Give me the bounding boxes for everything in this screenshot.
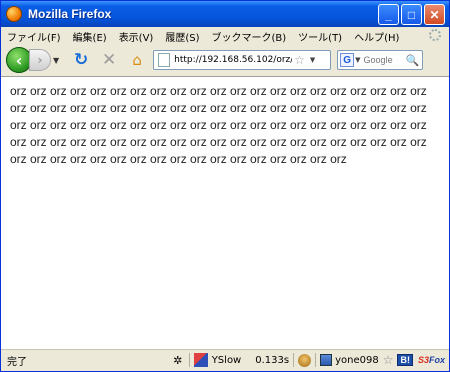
page-text: orz orz orz orz orz orz orz orz orz orz … xyxy=(10,84,427,166)
menu-bookmarks[interactable]: ブックマーク(B) xyxy=(206,29,293,44)
page-content: orz orz orz orz orz orz orz orz orz orz … xyxy=(1,76,449,351)
s3fox-label-a: S3 xyxy=(417,355,429,365)
maximize-icon: □ xyxy=(407,7,416,22)
load-time: 0.133s xyxy=(255,354,290,366)
status-divider xyxy=(315,353,317,367)
menu-bar: ファイル(F) 編集(E) 表示(V) 履歴(S) ブックマーク(B) ツール(… xyxy=(1,27,449,45)
favorite-star-icon[interactable]: ☆ xyxy=(383,353,394,367)
greasemonkey-icon[interactable] xyxy=(298,353,312,367)
status-divider xyxy=(293,353,295,367)
page-icon xyxy=(158,53,171,67)
firefox-logo-icon xyxy=(6,6,22,22)
title-bar[interactable]: Mozilla Firefox _ □ ✕ xyxy=(1,1,449,27)
firebug-icon[interactable]: ✲ xyxy=(171,353,185,367)
url-dropdown-icon[interactable]: ▼ xyxy=(310,56,315,64)
menu-view[interactable]: 表示(V) xyxy=(113,29,160,44)
forward-arrow-icon: › xyxy=(37,53,43,67)
hatena-bookmark-icon[interactable]: B! xyxy=(397,354,413,366)
s3fox-button[interactable]: S3Fox xyxy=(418,355,445,365)
search-engine-icon[interactable]: G xyxy=(340,53,355,67)
s3fox-label-b: Fox xyxy=(428,355,445,365)
search-engine-dropdown-icon[interactable]: ▼ xyxy=(355,56,360,64)
forward-button[interactable]: › xyxy=(29,49,51,71)
navigation-toolbar: ‹ › ▼ ↻ ✕ ⌂ ☆ ▼ G ▼ 🔍 xyxy=(1,45,449,75)
history-dropdown-icon[interactable]: ▼ xyxy=(53,56,59,65)
stop-button[interactable]: ✕ xyxy=(99,50,119,70)
bookmark-star-icon[interactable]: ☆ xyxy=(294,53,305,67)
close-button[interactable]: ✕ xyxy=(424,4,445,25)
search-input[interactable] xyxy=(363,55,404,65)
minimize-icon: _ xyxy=(385,7,392,22)
status-bar: 完了 ✲ YSlow 0.133s yone098 ☆ B! S3Fox xyxy=(1,349,449,370)
url-bar[interactable]: ☆ ▼ xyxy=(153,50,332,70)
user-icon xyxy=(320,354,333,366)
status-addons: ✲ YSlow 0.133s yone098 ☆ B! S3Fox xyxy=(171,352,445,368)
url-input[interactable] xyxy=(174,55,293,65)
menu-file[interactable]: ファイル(F) xyxy=(1,29,67,44)
user-name[interactable]: yone098 xyxy=(335,355,379,366)
back-arrow-icon: ‹ xyxy=(15,50,23,70)
yslow-icon[interactable] xyxy=(193,353,208,367)
close-icon: ✕ xyxy=(429,7,440,22)
search-icon[interactable]: 🔍 xyxy=(406,54,420,67)
status-text: 完了 xyxy=(7,356,27,368)
maximize-button[interactable]: □ xyxy=(401,4,422,25)
browser-window: Mozilla Firefox _ □ ✕ ファイル(F) 編集(E) 表示(V… xyxy=(0,0,450,372)
window-title: Mozilla Firefox xyxy=(28,7,112,21)
home-button[interactable]: ⌂ xyxy=(127,51,147,69)
menu-edit[interactable]: 編集(E) xyxy=(67,29,113,44)
menu-tools[interactable]: ツール(T) xyxy=(292,29,348,44)
status-divider xyxy=(188,353,190,367)
menu-help[interactable]: ヘルプ(H) xyxy=(348,29,405,44)
yslow-label[interactable]: YSlow xyxy=(212,355,242,366)
search-bar[interactable]: G ▼ 🔍 xyxy=(337,50,424,70)
window-controls: _ □ ✕ xyxy=(378,4,445,25)
reload-button[interactable]: ↻ xyxy=(71,50,91,70)
menu-history[interactable]: 履歴(S) xyxy=(159,29,205,44)
throbber-icon xyxy=(429,29,441,41)
minimize-button[interactable]: _ xyxy=(378,4,399,25)
